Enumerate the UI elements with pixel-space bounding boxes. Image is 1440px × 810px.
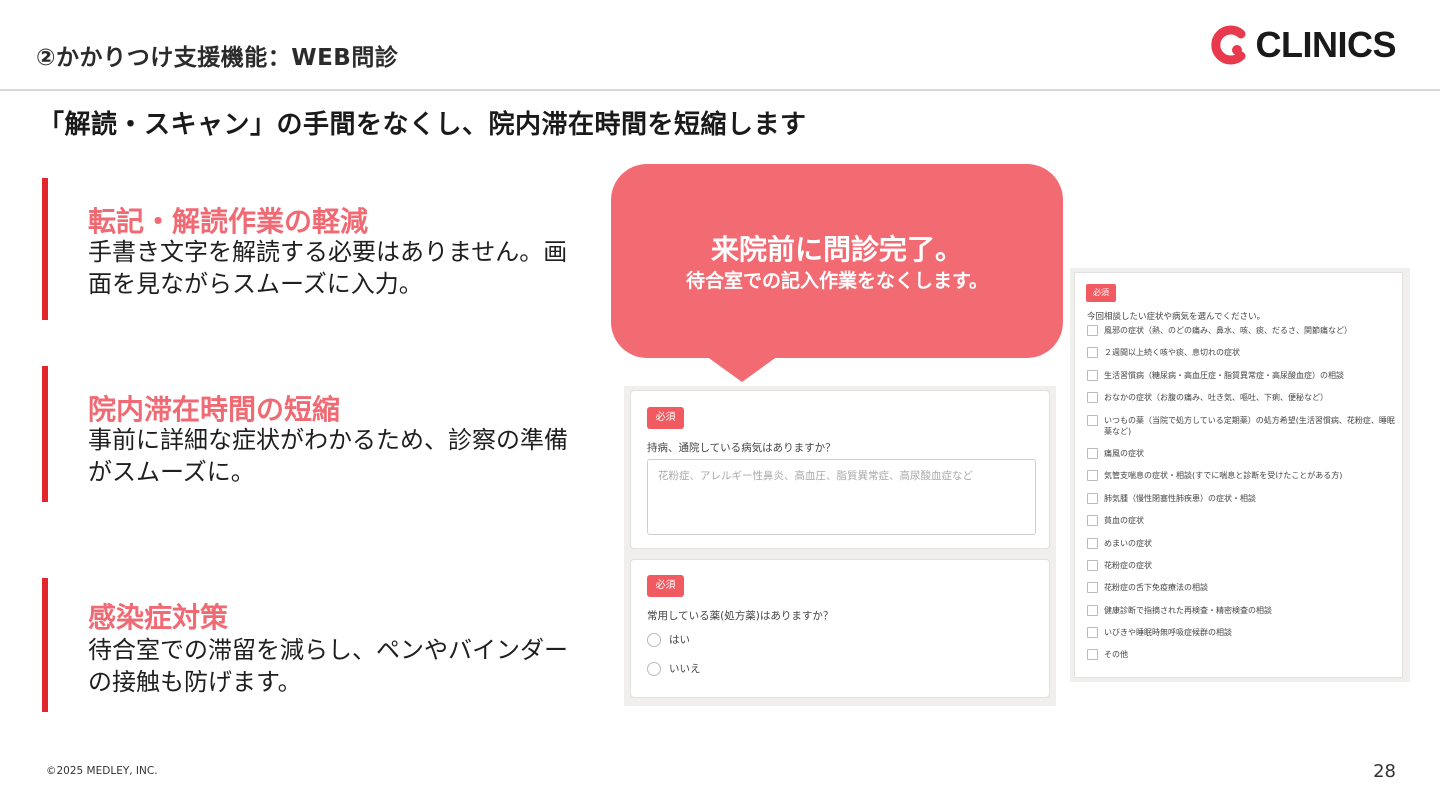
checkbox[interactable] [1087,392,1098,404]
radio-button[interactable] [647,632,661,647]
checkbox[interactable] [1087,447,1098,459]
checkbox[interactable] [1087,470,1098,482]
required-badge: 必須 [647,407,684,429]
checkbox[interactable] [1087,492,1098,504]
radio-button[interactable] [647,661,661,676]
checkbox-label: いびきや睡眠時無呼吸症候群の相談 [1104,628,1232,638]
checkbox-option[interactable]: ２週間以上続く咳や痰、息切れの症状 [1087,347,1397,359]
headline: 「解読・スキャン」の手間をなくし、院内滞在時間を短縮します [38,110,807,140]
callout-bubble: 来院前に問診完了。 待合室での記入作業をなくします。 [611,164,1063,358]
callout-line-1: 来院前に問診完了。 [710,233,963,266]
checkbox-label: 生活習慣病（糖尿病・高血圧症・脂質異常症・高尿酸血症）の相談 [1104,370,1344,380]
checkbox-option[interactable]: 花粉症の症状 [1087,559,1397,571]
required-badge: 必須 [1086,284,1116,302]
checkbox-option[interactable]: おなかの症状（お腹の痛み、吐き気、嘔吐、下痢、便秘など） [1087,392,1397,404]
callout-tail [706,356,778,382]
checkbox[interactable] [1087,537,1098,549]
point-title: 転記・解読作業の軽減 [88,205,369,238]
checkbox[interactable] [1087,627,1098,639]
point-body: 待合室での滞留を減らし、ペンやバインダーの接触も防げます。 [88,636,568,696]
checkbox-option[interactable]: いびきや睡眠時無呼吸症候群の相談 [1087,627,1397,639]
point-transcription: 転記・解読作業の軽減 手書き文字を解読する必要はありません。画面を見ながらスムー… [42,178,602,320]
required-badge: 必須 [647,575,684,597]
checkbox[interactable] [1087,347,1098,359]
checkbox[interactable] [1087,559,1098,571]
checkbox-label: 健康診断で指摘された再検査・精密検査の相談 [1104,605,1272,615]
slide-title: ②かかりつけ支援機能：WEB問診 [36,45,399,71]
checkbox-label: めまいの症状 [1104,538,1152,548]
checkbox-label: 風邪の症状（熱、のどの痛み、鼻水、咳、痰、だるさ、関節痛など） [1104,326,1352,335]
question-text: 常用している薬(処方薬)はありますか？ [647,610,834,622]
checkbox-label: 貧血の症状 [1104,516,1144,526]
checkbox-option[interactable]: 花粉症の舌下免疫療法の相談 [1087,582,1397,594]
question-text: 持病、通院している病気はありますか？ [647,442,836,454]
radio-option-yes[interactable]: はい [647,632,690,647]
checkbox-label: 気管支喘息の症状・相談(すでに喘息と診断を受けたことがある方) [1104,471,1343,481]
conditions-textarea[interactable]: 花粉症、アレルギー性鼻炎、高血圧、脂質異常症、高尿酸血症など [647,459,1036,535]
questionnaire-screenshot-left: 必須 持病、通院している病気はありますか？ 花粉症、アレルギー性鼻炎、高血圧、脂… [624,386,1056,706]
checkbox-label: いつもの薬（当院で処方している定期薬）の処方希望(生活習慣病、花粉症、睡眠薬など… [1104,415,1395,436]
header-divider [0,89,1440,91]
checkbox[interactable] [1087,582,1098,594]
point-title: 院内滞在時間の短縮 [88,393,341,426]
point-accent-bar [42,578,48,712]
point-accent-bar [42,178,48,320]
textarea-placeholder: 花粉症、アレルギー性鼻炎、高血圧、脂質異常症、高尿酸血症など [658,470,973,482]
point-accent-bar [42,366,48,502]
checkbox-option[interactable]: 健康診断で指摘された再検査・精密検査の相談 [1087,604,1397,616]
logo-text: CLINICS [1255,24,1397,65]
questionnaire-screenshot-right: 必須 今回相談したい症状や病気を選んでください。 風邪の症状（熱、のどの痛み、鼻… [1070,268,1410,682]
clinics-logo: CLINICS [1210,24,1397,66]
checkbox-option[interactable]: 気管支喘息の症状・相談(すでに喘息と診断を受けたことがある方) [1087,470,1397,482]
checkbox-option[interactable]: 肺気腫（慢性閉塞性肺疾患）の症状・相談 [1087,492,1397,504]
radio-option-no[interactable]: いいえ [647,661,701,676]
checkbox-option[interactable]: 風邪の症状（熱、のどの痛み、鼻水、咳、痰、だるさ、関節痛など） [1087,325,1397,336]
checkbox[interactable] [1087,604,1098,616]
question-card-medication: 必須 常用している薬(処方薬)はありますか？ はい いいえ [630,559,1050,698]
checkbox-label: 痛風の症状 [1104,448,1144,458]
checkbox-label: 花粉症の舌下免疫療法の相談 [1104,583,1208,593]
point-body: 手書き文字を解読する必要はありません。画面を見ながらスムーズに入力。 [88,238,568,298]
checkbox[interactable] [1087,325,1098,336]
copyright: ©2025 MEDLEY, INC. [46,765,158,777]
checkbox[interactable] [1087,369,1098,381]
checkbox-option[interactable]: 生活習慣病（糖尿病・高血圧症・脂質異常症・高尿酸血症）の相談 [1087,369,1397,381]
clinics-logo-icon [1210,25,1250,65]
question-text: 今回相談したい症状や病気を選んでください。 [1087,312,1266,322]
checkbox[interactable] [1087,414,1098,426]
point-infection-control: 感染症対策 待合室での滞留を減らし、ペンやバインダーの接触も防げます。 [42,578,602,712]
checkbox-option[interactable]: いつもの薬（当院で処方している定期薬）の処方希望(生活習慣病、花粉症、睡眠薬など… [1087,414,1397,437]
callout-line-2: 待合室での記入作業をなくします。 [685,270,989,292]
checkbox-option[interactable]: 痛風の症状 [1087,447,1397,459]
radio-label: はい [669,634,690,646]
checkbox[interactable] [1087,515,1098,527]
point-title: 感染症対策 [88,601,229,634]
checkbox[interactable] [1087,649,1098,661]
checkbox-option[interactable]: めまいの症状 [1087,537,1397,549]
symptom-checklist-card: 必須 今回相談したい症状や病気を選んでください。 風邪の症状（熱、のどの痛み、鼻… [1074,272,1403,678]
point-wait-time: 院内滞在時間の短縮 事前に詳細な症状がわかるため、診察の準備がスムーズに。 [42,366,602,502]
question-card-conditions: 必須 持病、通院している病気はありますか？ 花粉症、アレルギー性鼻炎、高血圧、脂… [630,390,1050,549]
checkbox-label: その他 [1104,650,1128,660]
checkbox-list: 風邪の症状（熱、のどの痛み、鼻水、咳、痰、だるさ、関節痛など） ２週間以上続く咳… [1087,325,1397,672]
checkbox-label: ２週間以上続く咳や痰、息切れの症状 [1104,348,1240,358]
checkbox-option[interactable]: その他 [1087,649,1397,661]
page-number: 28 [1373,761,1396,782]
point-body: 事前に詳細な症状がわかるため、診察の準備がスムーズに。 [88,426,568,486]
radio-label: いいえ [669,663,701,675]
checkbox-label: 肺気腫（慢性閉塞性肺疾患）の症状・相談 [1104,493,1256,503]
checkbox-label: 花粉症の症状 [1104,560,1152,570]
checkbox-label: おなかの症状（お腹の痛み、吐き気、嘔吐、下痢、便秘など） [1104,393,1328,403]
checkbox-option[interactable]: 貧血の症状 [1087,515,1397,527]
